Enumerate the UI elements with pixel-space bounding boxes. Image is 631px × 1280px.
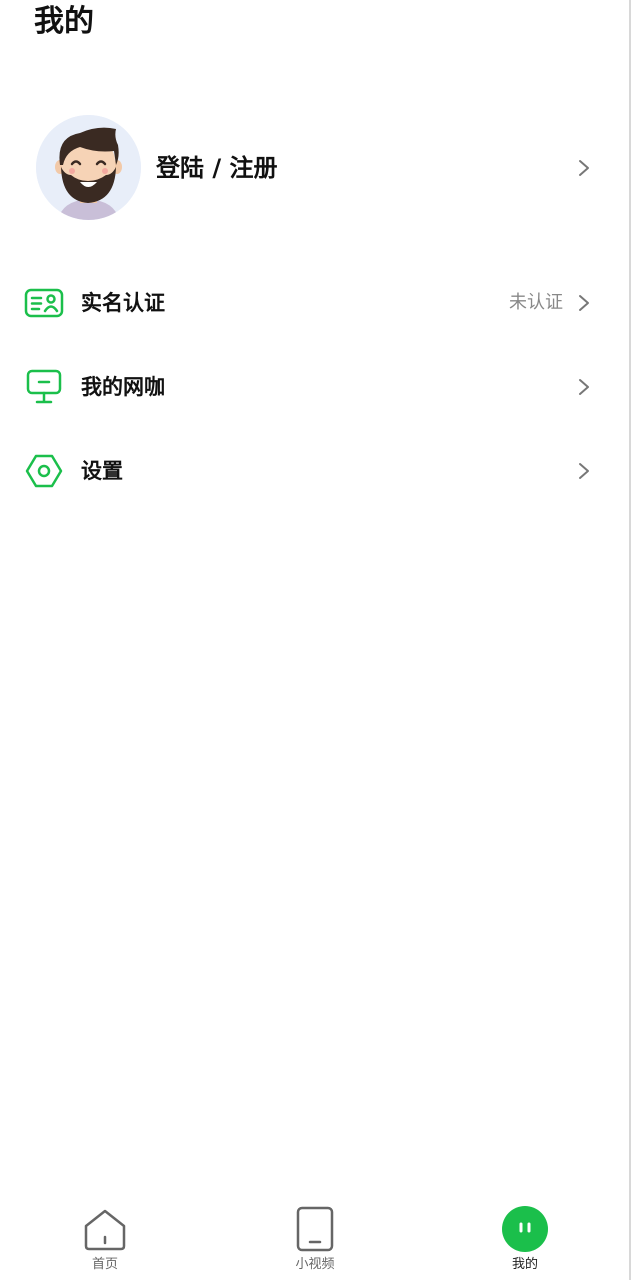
chevron-right-icon [579,379,589,395]
tab-mine[interactable]: 我的 [465,1200,585,1280]
tab-short-video[interactable]: 小视频 [255,1200,375,1280]
bearded-man-avatar-icon [36,115,141,220]
menu-item-label: 实名认证 [81,291,165,315]
monitor-icon [26,369,62,404]
avatar[interactable] [36,115,141,220]
chevron-right-icon [579,295,589,311]
profile-login-row[interactable]: 登陆 / 注册 [0,112,629,222]
menu-item-real-name-verification[interactable]: 实名认证 未认证 [0,273,629,333]
tab-label: 小视频 [295,1257,335,1272]
face-icon [502,1206,548,1252]
verification-status: 未认证 [509,292,563,313]
bottom-tab-bar: 首页 小视频 我的 [0,1200,629,1280]
menu-item-settings[interactable]: 设置 [0,441,629,501]
chevron-right-icon [579,160,589,176]
tab-label: 首页 [91,1257,118,1272]
chevron-right-icon [579,463,589,479]
page-title: 我的 [34,4,94,39]
tablet-icon [296,1206,334,1252]
id-card-icon [24,288,64,318]
tab-label: 我的 [511,1257,538,1272]
settings-hexagon-icon [25,454,63,488]
menu-item-label: 设置 [81,459,123,483]
menu-item-label: 我的网咖 [81,375,165,399]
home-icon [84,1209,126,1251]
tab-home[interactable]: 首页 [45,1200,165,1280]
login-register-label[interactable]: 登陆 / 注册 [156,152,277,184]
menu-item-my-netcafe[interactable]: 我的网咖 [0,357,629,417]
